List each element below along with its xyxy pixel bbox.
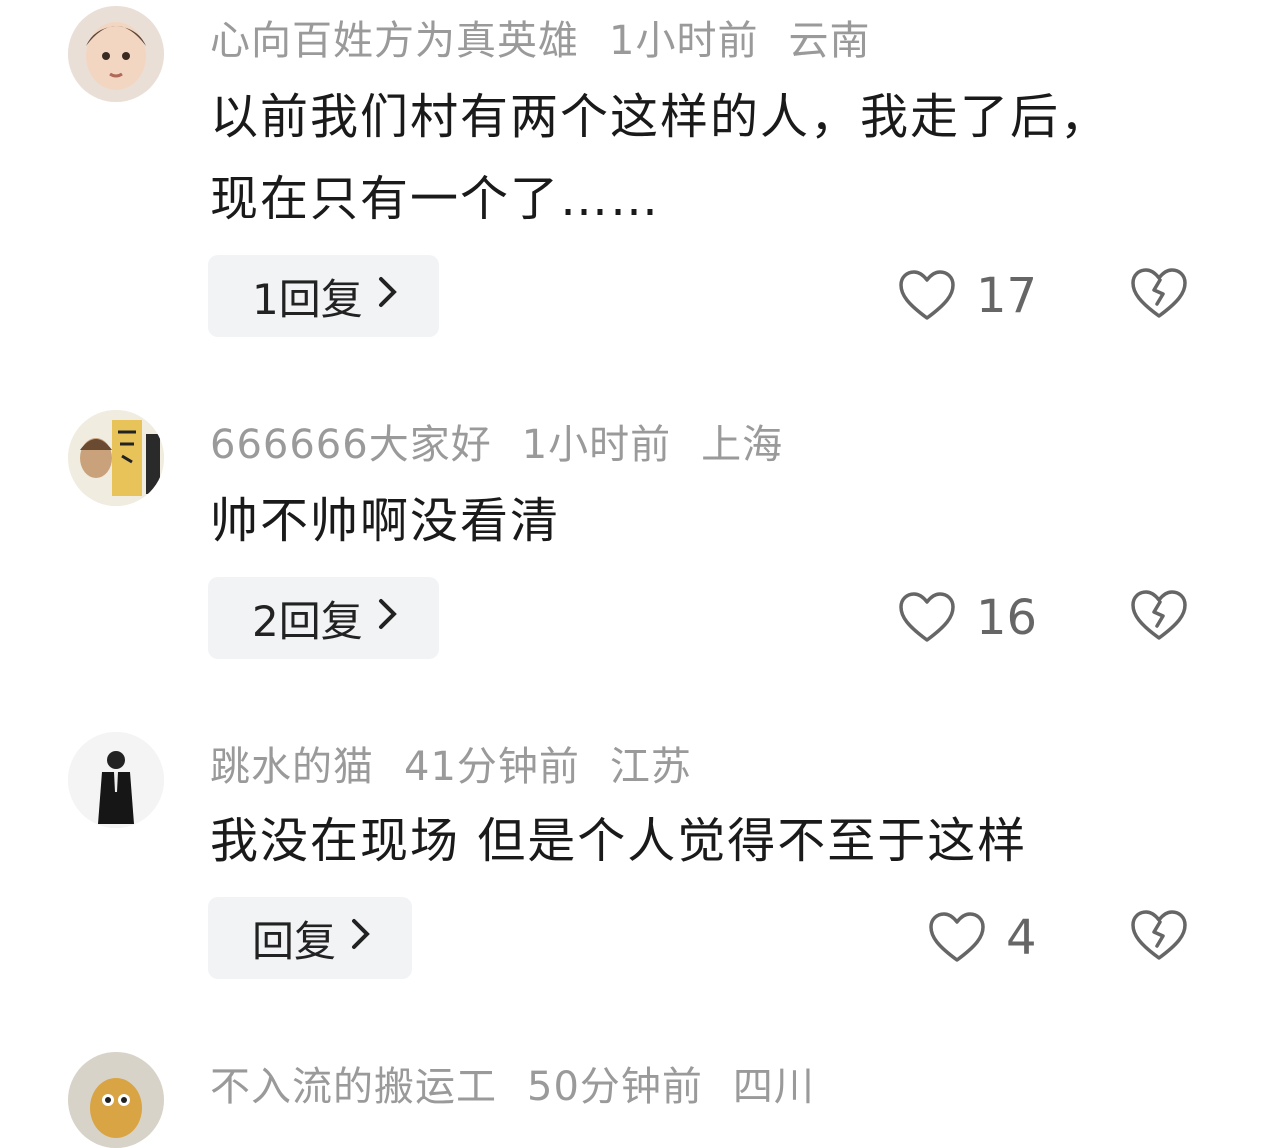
comment-text: 帅不帅啊没看清 <box>210 480 1200 562</box>
dislike-button[interactable] <box>1130 268 1188 324</box>
broken-heart-icon <box>1131 590 1187 640</box>
username[interactable]: 666666大家好 <box>210 422 492 468</box>
timestamp: 50分钟前 <box>527 1064 703 1110</box>
heart-icon <box>929 912 985 962</box>
reply-button[interactable]: 2回复 <box>208 577 439 659</box>
reply-label: 回复 <box>252 916 337 966</box>
comment-meta: 心向百姓方为真英雄 1小时前 云南 <box>210 8 870 66</box>
heart-icon <box>899 592 955 642</box>
reply-button[interactable]: 回复 <box>208 897 413 979</box>
location: 上海 <box>701 422 784 468</box>
dislike-button[interactable] <box>1130 590 1188 646</box>
comment-text-line: 帅不帅啊没看清 <box>210 493 561 549</box>
reply-label: 1回复 <box>252 274 363 324</box>
location: 四川 <box>732 1064 815 1110</box>
dislike-button[interactable] <box>1130 910 1188 966</box>
username[interactable]: 心向百姓方为真英雄 <box>210 18 579 64</box>
comment-text: 我没在现场 但是个人觉得不至于这样 <box>210 800 1200 882</box>
timestamp: 1小时前 <box>521 422 672 468</box>
like-button[interactable]: 4 <box>928 910 1037 966</box>
avatar[interactable] <box>68 732 164 828</box>
comment-text-line: 现在只有一个了…… <box>210 171 661 227</box>
timestamp: 1小时前 <box>609 18 759 64</box>
comment-meta: 跳水的猫 41分钟前 江苏 <box>210 734 692 792</box>
comment-text: 以前我们村有两个这样的人，我走了后， 现在只有一个了…… <box>210 76 1200 240</box>
like-button[interactable]: 16 <box>898 590 1037 646</box>
like-count: 16 <box>976 590 1038 646</box>
comment-text-line: 我没在现场 但是个人觉得不至于这样 <box>210 813 1028 869</box>
username[interactable]: 不入流的搬运工 <box>210 1064 497 1110</box>
like-count: 17 <box>976 268 1038 324</box>
heart-icon <box>899 270 955 320</box>
like-button[interactable]: 17 <box>898 268 1037 324</box>
reply-button[interactable]: 1回复 <box>208 255 439 337</box>
chevron-right-icon <box>350 915 372 961</box>
like-count: 4 <box>1006 910 1037 966</box>
reply-label: 2回复 <box>252 596 363 646</box>
comment-meta: 666666大家好 1小时前 上海 <box>210 412 783 470</box>
avatar[interactable] <box>68 410 164 506</box>
comment-meta: 不入流的搬运工 50分钟前 四川 <box>210 1054 815 1112</box>
timestamp: 41分钟前 <box>404 744 580 790</box>
location: 江苏 <box>609 744 692 790</box>
comment-text-line: 以前我们村有两个这样的人，我走了后， <box>210 89 1111 145</box>
broken-heart-icon <box>1131 268 1187 318</box>
avatar[interactable] <box>68 1052 164 1148</box>
username[interactable]: 跳水的猫 <box>210 744 374 790</box>
broken-heart-icon <box>1131 910 1187 960</box>
chevron-right-icon <box>377 595 399 641</box>
avatar[interactable] <box>68 6 164 102</box>
location: 云南 <box>788 18 871 64</box>
chevron-right-icon <box>377 273 399 319</box>
